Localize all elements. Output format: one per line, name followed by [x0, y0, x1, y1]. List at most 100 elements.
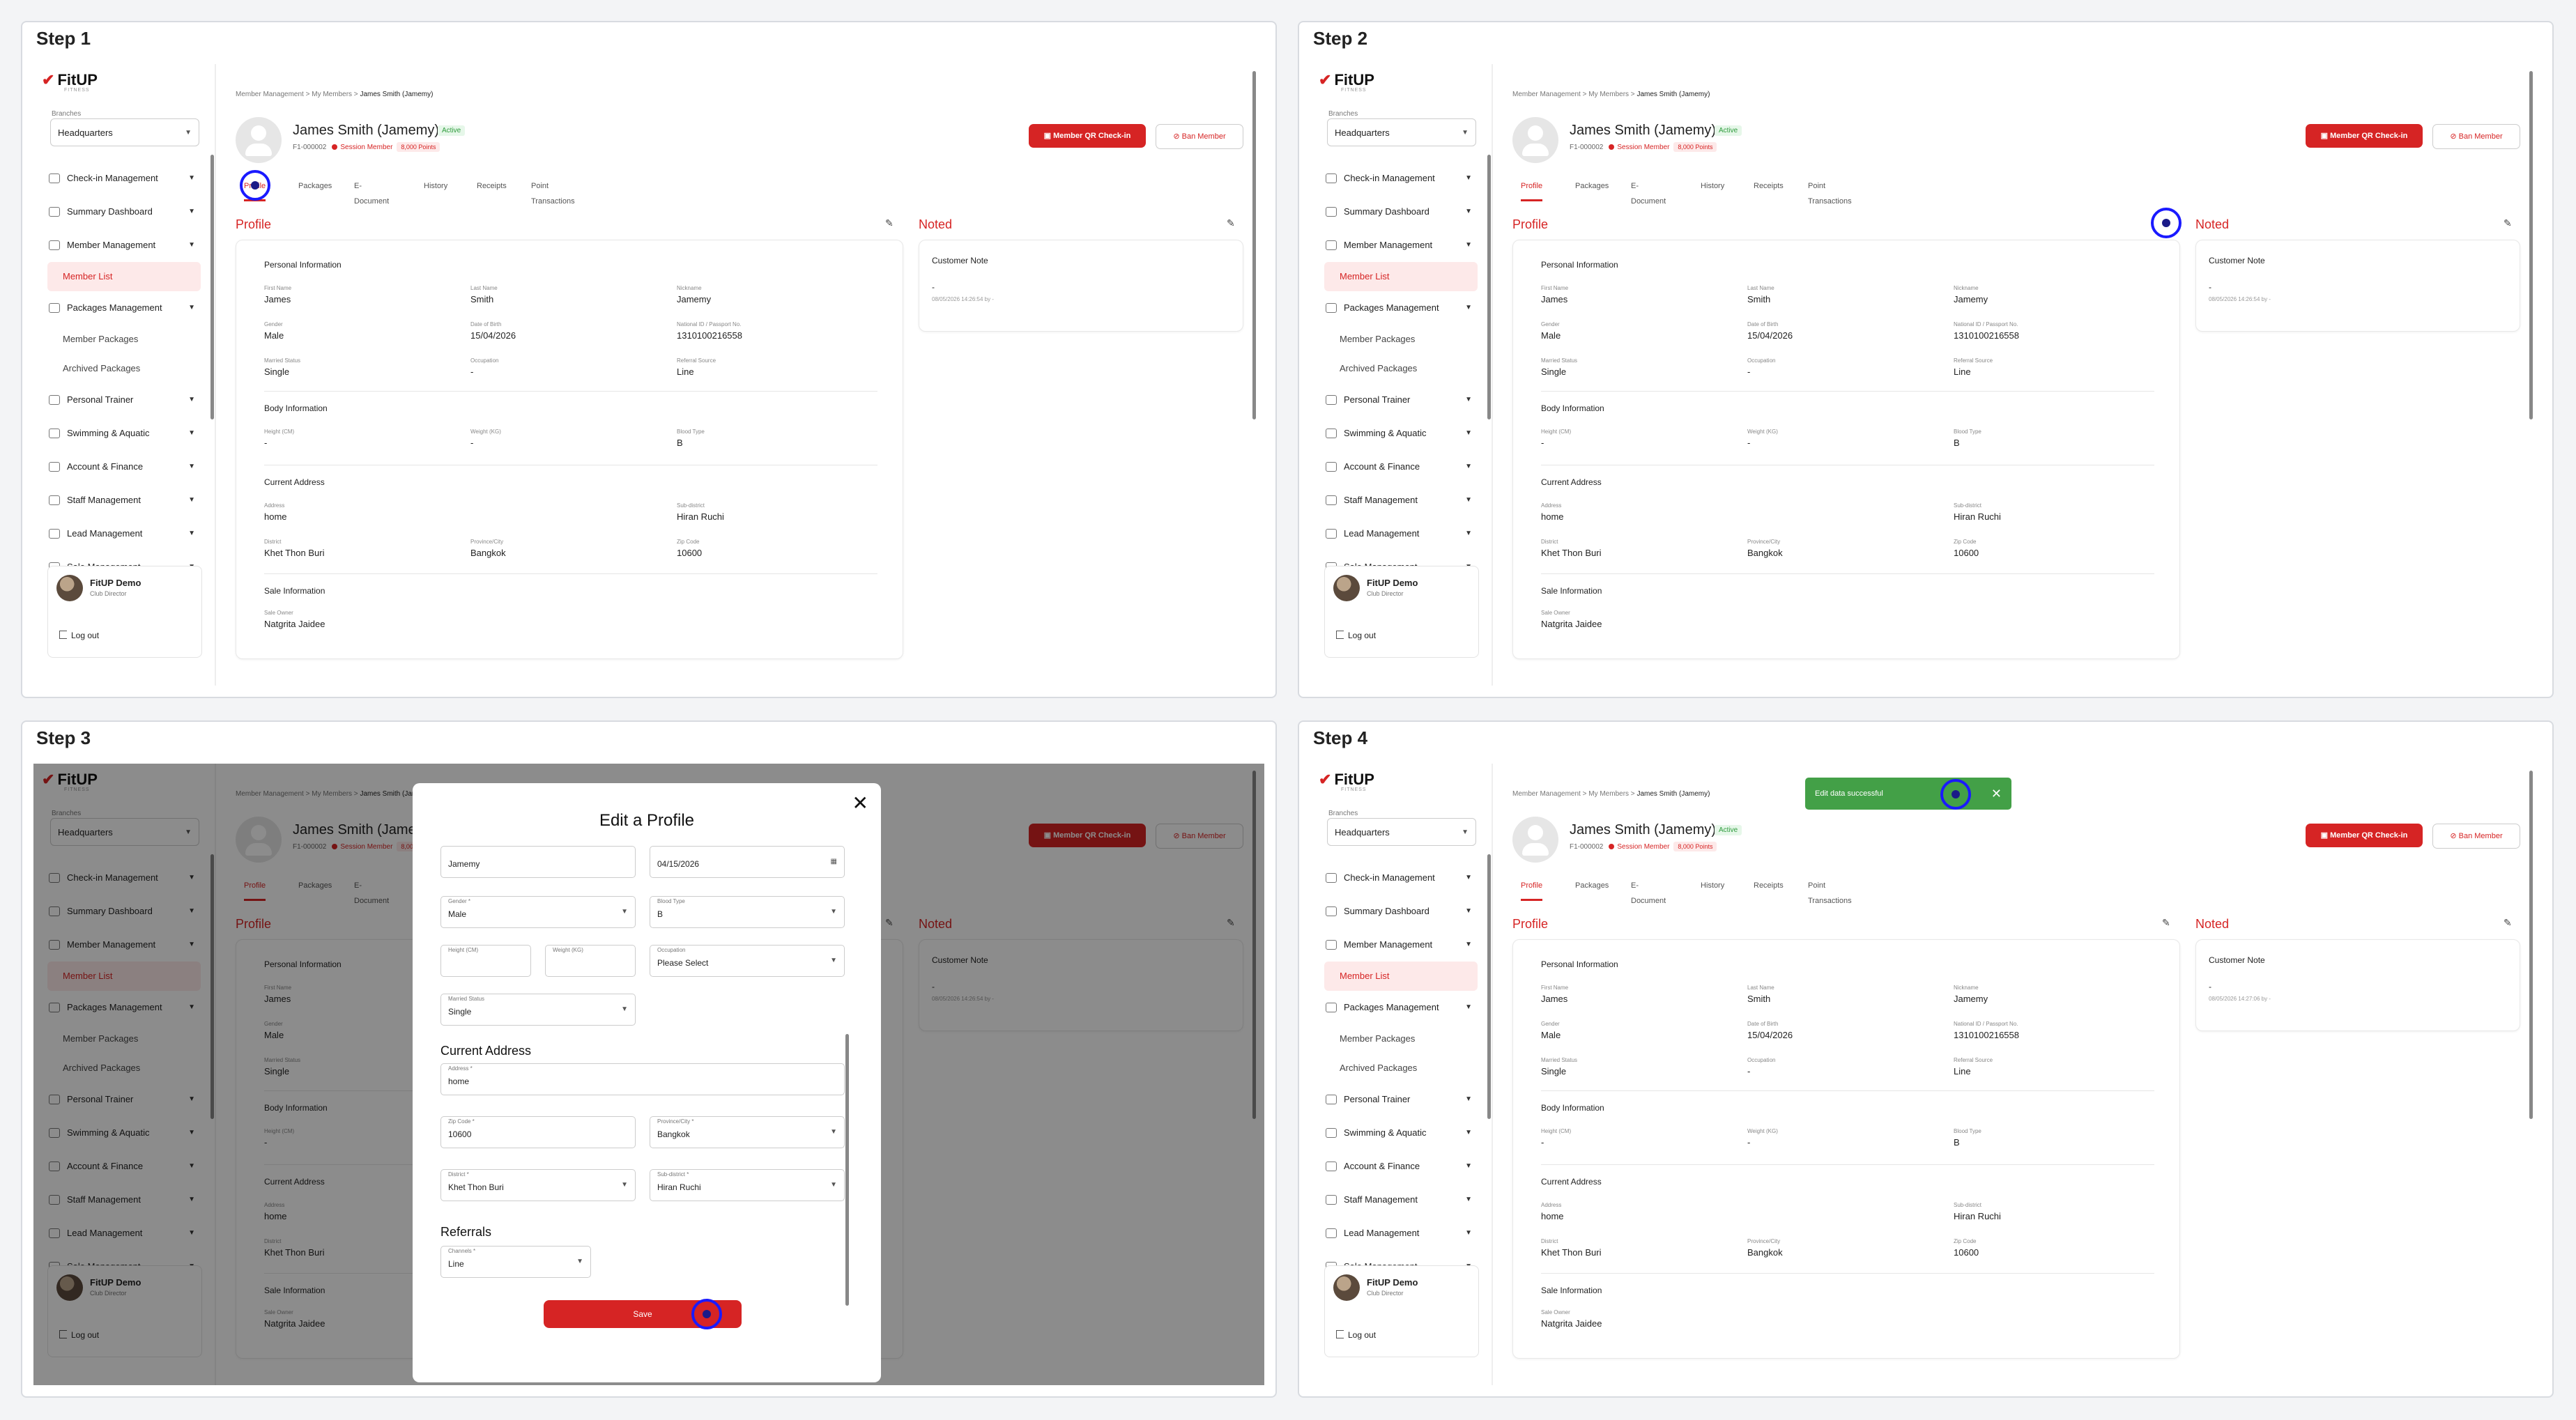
sidebar-scrollbar[interactable]	[1487, 854, 1491, 1119]
close-icon[interactable]: ✕	[852, 792, 868, 815]
tab-profile[interactable]: Profile	[1521, 178, 1543, 201]
breadcrumb-my-members[interactable]: My Members	[1588, 790, 1629, 798]
logo[interactable]: ✔ FitUP FITNESS	[1319, 71, 1374, 93]
main-scrollbar[interactable]	[2529, 71, 2533, 419]
logout-button[interactable]: Log out	[59, 631, 99, 640]
sidebar-scrollbar[interactable]	[210, 155, 214, 419]
sidebar-item-personal-trainer[interactable]: Personal Trainer ▼	[1324, 383, 1478, 417]
ban-member-button[interactable]: ⊘ Ban Member	[1156, 124, 1243, 149]
sidebar-item-lead-management[interactable]: Lead Management ▼	[1324, 1217, 1478, 1250]
sidebar-item-personal-trainer[interactable]: Personal Trainer ▼	[47, 383, 201, 417]
ban-member-button[interactable]: ⊘ Ban Member	[2432, 124, 2520, 149]
member-qr-checkin-button[interactable]: ▣ Member QR Check-in	[1029, 124, 1146, 148]
sidebar-item-staff-management[interactable]: Staff Management ▼	[1324, 1183, 1478, 1217]
edit-note-icon[interactable]: ✎	[2504, 917, 2512, 929]
edit-profile-icon[interactable]: ✎	[885, 217, 894, 229]
tab-receipts[interactable]: Receipts	[1754, 878, 1784, 899]
sidebar-item-staff-management[interactable]: Staff Management ▼	[47, 484, 201, 517]
sidebar-item-swimming-aquatic[interactable]: Swimming & Aquatic ▼	[1324, 1116, 1478, 1150]
subdistrict-select[interactable]: Sub-district * Hiran Ruchi ▼	[650, 1169, 845, 1201]
sidebar-item-check-in-management[interactable]: Check-in Management ▼	[1324, 162, 1478, 195]
sidebar-item-staff-management[interactable]: Staff Management ▼	[1324, 484, 1478, 517]
sidebar-item-member-management[interactable]: Member Management ▼	[1324, 928, 1478, 962]
sidebar-item-member-list[interactable]: Member List	[1324, 962, 1478, 991]
sidebar-item-swimming-aquatic[interactable]: Swimming & Aquatic ▼	[1324, 417, 1478, 450]
branch-select[interactable]: Headquarters ▼	[50, 118, 199, 146]
tab-profile[interactable]: Profile	[1521, 878, 1543, 901]
sidebar-item-packages-management[interactable]: Packages Management ▼	[1324, 991, 1478, 1024]
branch-select[interactable]: Headquarters ▼	[1327, 118, 1476, 146]
breadcrumb-member-management[interactable]: Member Management	[1512, 790, 1581, 798]
gender-select[interactable]: Gender * Male ▼	[440, 896, 636, 928]
address-input[interactable]: Address * home	[440, 1063, 845, 1095]
sidebar-item-archived-packages[interactable]: Archived Packages	[1324, 354, 1478, 383]
sidebar-item-member-packages[interactable]: Member Packages	[1324, 1024, 1478, 1054]
sidebar-item-check-in-management[interactable]: Check-in Management ▼	[1324, 861, 1478, 895]
sidebar-item-packages-management[interactable]: Packages Management ▼	[47, 291, 201, 325]
tab-point-transactions[interactable]: Point Transactions	[1808, 178, 1852, 206]
calendar-icon[interactable]: ▦	[831, 858, 837, 865]
tab-packages[interactable]: Packages	[1575, 178, 1609, 199]
occupation-select[interactable]: Occupation Please Select ▼	[650, 945, 845, 977]
breadcrumb-member-management[interactable]: Member Management	[236, 91, 304, 98]
tab-receipts[interactable]: Receipts	[1754, 178, 1784, 199]
edit-note-icon[interactable]: ✎	[2504, 217, 2512, 229]
sidebar-item-account-finance[interactable]: Account & Finance ▼	[1324, 1150, 1478, 1183]
tab-point-transactions[interactable]: Point Transactions	[1808, 878, 1852, 905]
tab-history[interactable]: History	[424, 178, 447, 199]
logout-button[interactable]: Log out	[1336, 631, 1376, 640]
sidebar-item-summary-dashboard[interactable]: Summary Dashboard ▼	[1324, 895, 1478, 928]
ban-member-button[interactable]: ⊘ Ban Member	[2432, 824, 2520, 849]
logo[interactable]: ✔ FitUP FITNESS	[1319, 771, 1374, 792]
tab-e-document[interactable]: E-Document	[354, 178, 389, 206]
sidebar-item-member-management[interactable]: Member Management ▼	[47, 229, 201, 262]
sidebar-item-packages-management[interactable]: Packages Management ▼	[1324, 291, 1478, 325]
sidebar-item-lead-management[interactable]: Lead Management ▼	[47, 517, 201, 550]
nickname-input[interactable]: Jamemy	[440, 846, 636, 878]
main-scrollbar[interactable]	[2529, 771, 2533, 1119]
tab-e-document[interactable]: E-Document	[1631, 178, 1666, 206]
sidebar-item-check-in-management[interactable]: Check-in Management ▼	[47, 162, 201, 195]
province-select[interactable]: Province/City * Bangkok ▼	[650, 1116, 845, 1148]
sidebar-item-swimming-aquatic[interactable]: Swimming & Aquatic ▼	[47, 417, 201, 450]
channel-select[interactable]: Channels * Line ▼	[440, 1246, 591, 1278]
member-qr-checkin-button[interactable]: ▣ Member QR Check-in	[2306, 124, 2423, 148]
breadcrumb-my-members[interactable]: My Members	[1588, 91, 1629, 98]
tab-receipts[interactable]: Receipts	[477, 178, 507, 199]
modal-backdrop[interactable]: Edit a Profile ✕ Jamemy 04/15/2026 ▦ Gend…	[33, 764, 1264, 1385]
dob-input[interactable]: 04/15/2026 ▦	[650, 846, 845, 878]
sidebar-item-member-packages[interactable]: Member Packages	[47, 325, 201, 354]
weight-input[interactable]: Weight (KG)	[545, 945, 636, 977]
sidebar-item-summary-dashboard[interactable]: Summary Dashboard ▼	[47, 195, 201, 229]
sidebar-item-member-list[interactable]: Member List	[1324, 262, 1478, 291]
modal-scrollbar[interactable]	[845, 1034, 849, 1306]
sidebar-scrollbar[interactable]	[1487, 155, 1491, 419]
tab-e-document[interactable]: E-Document	[1631, 878, 1666, 905]
height-input[interactable]: Height (CM)	[440, 945, 531, 977]
sidebar-item-summary-dashboard[interactable]: Summary Dashboard ▼	[1324, 195, 1478, 229]
main-scrollbar[interactable]	[1252, 71, 1256, 419]
breadcrumb-my-members[interactable]: My Members	[312, 91, 352, 98]
blood-type-select[interactable]: Blood Type B ▼	[650, 896, 845, 928]
breadcrumb-member-management[interactable]: Member Management	[1512, 91, 1581, 98]
logo[interactable]: ✔ FitUP FITNESS	[42, 71, 98, 93]
close-icon[interactable]: ✕	[1991, 778, 2002, 810]
tab-packages[interactable]: Packages	[1575, 878, 1609, 899]
sidebar-item-archived-packages[interactable]: Archived Packages	[1324, 1054, 1478, 1083]
edit-note-icon[interactable]: ✎	[1227, 217, 1235, 229]
tab-history[interactable]: History	[1701, 878, 1724, 899]
sidebar-item-account-finance[interactable]: Account & Finance ▼	[1324, 450, 1478, 484]
branch-select[interactable]: Headquarters ▼	[1327, 818, 1476, 846]
tab-history[interactable]: History	[1701, 178, 1724, 199]
tab-point-transactions[interactable]: Point Transactions	[531, 178, 575, 206]
zip-input[interactable]: Zip Code * 10600	[440, 1116, 636, 1148]
sidebar-item-member-management[interactable]: Member Management ▼	[1324, 229, 1478, 262]
sidebar-item-personal-trainer[interactable]: Personal Trainer ▼	[1324, 1083, 1478, 1116]
tab-packages[interactable]: Packages	[298, 178, 332, 199]
sidebar-item-account-finance[interactable]: Account & Finance ▼	[47, 450, 201, 484]
marital-select[interactable]: Married Status Single ▼	[440, 994, 636, 1026]
district-select[interactable]: District * Khet Thon Buri ▼	[440, 1169, 636, 1201]
sidebar-item-member-list[interactable]: Member List	[47, 262, 201, 291]
sidebar-item-member-packages[interactable]: Member Packages	[1324, 325, 1478, 354]
member-qr-checkin-button[interactable]: ▣ Member QR Check-in	[2306, 824, 2423, 847]
